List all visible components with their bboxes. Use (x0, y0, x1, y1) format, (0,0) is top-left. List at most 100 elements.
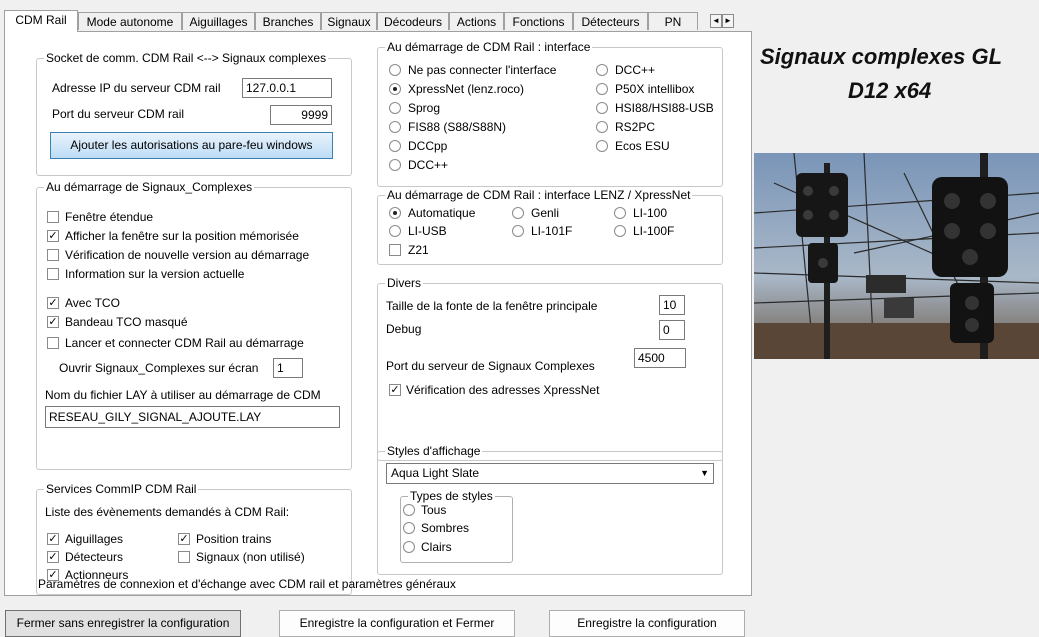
position-memorisee-label: Afficher la fenêtre sur la position mémo… (65, 229, 299, 243)
lay-label: Nom du fichier LAY à utiliser au démarra… (45, 388, 321, 402)
xpressnet-verif-checkbox[interactable]: ✓ (389, 384, 401, 396)
lancer-cdm-label: Lancer et connecter CDM Rail au démarrag… (65, 336, 304, 350)
radio-genli-label: Genli (531, 206, 560, 220)
socket-group: Socket de comm. CDM Rail <--> Signaux co… (36, 51, 352, 176)
radio-li100f[interactable] (614, 225, 626, 237)
screen-input[interactable]: 1 (273, 358, 303, 378)
radio-li100-label: LI-100 (633, 206, 668, 220)
verif-version-label: Vérification de nouvelle version au déma… (65, 248, 310, 262)
aiguillages-checkbox[interactable]: ✓ (47, 533, 59, 545)
radio-dccplusplus-left-label: DCC++ (408, 158, 449, 172)
port-input[interactable]: 9999 (270, 105, 332, 125)
sc-port-input[interactable]: 4500 (634, 348, 686, 368)
radio-clairs-label: Clairs (421, 540, 452, 554)
screen-label: Ouvrir Signaux_Complexes sur écran (59, 361, 259, 375)
radio-dccplusplus-left[interactable] (389, 159, 401, 171)
interface-legend: Au démarrage de CDM Rail : interface (385, 40, 593, 54)
check-icon: ✓ (48, 297, 58, 309)
services-legend: Services CommIP CDM Rail (44, 482, 199, 496)
position-memorisee-checkbox[interactable]: ✓ (47, 230, 59, 242)
lenz-legend: Au démarrage de CDM Rail : interface LEN… (385, 188, 693, 202)
radio-ecos[interactable] (596, 140, 608, 152)
radio-fis88[interactable] (389, 121, 401, 133)
bandeau-tco-checkbox[interactable]: ✓ (47, 316, 59, 328)
radio-dccplusplus-right[interactable] (596, 64, 608, 76)
position-trains-label: Position trains (196, 532, 272, 546)
tab-actions[interactable]: Actions (449, 12, 504, 30)
debug-label: Debug (386, 322, 422, 336)
signaux-checkbox[interactable] (178, 551, 190, 563)
services-desc: Liste des évènements demandés à CDM Rail… (45, 505, 290, 519)
lenz-group: Au démarrage de CDM Rail : interface LEN… (377, 188, 723, 265)
radio-liusb-label: LI-USB (408, 224, 447, 238)
chevron-down-icon[interactable]: ▼ (700, 464, 709, 483)
xpressnet-verif-label: Vérification des adresses XpressNet (406, 383, 600, 397)
radio-ne-pas-connecter-label: Ne pas connecter l'interface (408, 63, 557, 77)
tab-mode-autonome[interactable]: Mode autonome (78, 12, 182, 30)
tab-decodeurs[interactable]: Décodeurs (377, 12, 449, 30)
fenetre-etendue-checkbox[interactable] (47, 211, 59, 223)
ip-label: Adresse IP du serveur CDM rail (52, 81, 221, 95)
radio-dccpp-label: DCCpp (408, 139, 448, 153)
tab-scroll-left-icon[interactable]: ◄ (710, 14, 722, 28)
style-select-value: Aqua Light Slate (391, 466, 480, 480)
radio-sombres-label: Sombres (421, 521, 470, 535)
tab-scroll-right-icon[interactable]: ► (722, 14, 734, 28)
tab-signaux[interactable]: Signaux (321, 12, 377, 30)
radio-li101f-label: LI-101F (531, 224, 573, 238)
style-types-group: Types de styles Tous Sombres Clairs (400, 489, 513, 563)
save-close-button[interactable]: Enregistre la configuration et Fermer (279, 610, 515, 637)
save-button[interactable]: Enregistre la configuration (549, 610, 745, 637)
startup-sc-legend: Au démarrage de Signaux_Complexes (44, 180, 255, 194)
avec-tco-checkbox[interactable]: ✓ (47, 297, 59, 309)
check-icon: ✓ (48, 230, 58, 242)
divers-group: Divers Taille de la fonte de la fenêtre … (377, 276, 723, 461)
close-nosave-button[interactable]: Fermer sans enregistrer la configuration (5, 610, 241, 637)
tab-detecteurs[interactable]: Détecteurs (573, 12, 648, 30)
port-label: Port du serveur CDM rail (52, 107, 185, 121)
radio-li101f[interactable] (512, 225, 524, 237)
position-trains-checkbox[interactable]: ✓ (178, 533, 190, 545)
check-icon: ✓ (48, 551, 58, 563)
radio-p50x[interactable] (596, 83, 608, 95)
radio-li100[interactable] (614, 207, 626, 219)
radio-p50x-label: P50X intellibox (615, 82, 695, 96)
style-select[interactable]: Aqua Light Slate ▼ (386, 463, 714, 484)
radio-ne-pas-connecter[interactable] (389, 64, 401, 76)
fenetre-etendue-label: Fenêtre étendue (65, 210, 154, 224)
startup-sc-group: Au démarrage de Signaux_Complexes Fenêtr… (36, 180, 352, 470)
radio-sprog[interactable] (389, 102, 401, 114)
radio-rs2pc[interactable] (596, 121, 608, 133)
radio-tous[interactable] (403, 504, 415, 516)
radio-tous-label: Tous (421, 503, 447, 517)
radio-sombres[interactable] (403, 522, 415, 534)
info-version-checkbox[interactable] (47, 268, 59, 280)
lancer-cdm-checkbox[interactable] (47, 337, 59, 349)
detecteurs-label: Détecteurs (65, 550, 124, 564)
radio-automatique[interactable] (389, 207, 401, 219)
styles-group: Styles d'affichage Aqua Light Slate ▼ Ty… (377, 444, 723, 575)
socket-legend: Socket de comm. CDM Rail <--> Signaux co… (44, 51, 329, 65)
radio-fis88-label: FIS88 (S88/S88N) (408, 120, 507, 134)
ip-input[interactable]: 127.0.0.1 (242, 78, 332, 98)
debug-input[interactable]: 0 (659, 320, 685, 340)
tab-cdm-rail[interactable]: CDM Rail (4, 10, 78, 32)
tab-pn[interactable]: PN (648, 12, 698, 30)
detecteurs-checkbox[interactable]: ✓ (47, 551, 59, 563)
radio-xpressnet[interactable] (389, 83, 401, 95)
verif-version-checkbox[interactable] (47, 249, 59, 261)
z21-checkbox[interactable] (389, 244, 401, 256)
firewall-button[interactable]: Ajouter les autorisations au pare-feu wi… (50, 132, 333, 159)
radio-automatique-label: Automatique (408, 206, 476, 220)
tab-branches[interactable]: Branches (255, 12, 321, 30)
z21-label: Z21 (408, 243, 429, 257)
radio-clairs[interactable] (403, 541, 415, 553)
tab-fonctions[interactable]: Fonctions (504, 12, 573, 30)
lay-input[interactable]: RESEAU_GILY_SIGNAL_AJOUTE.LAY (45, 406, 340, 428)
font-size-input[interactable]: 10 (659, 295, 685, 315)
radio-hsi88[interactable] (596, 102, 608, 114)
tab-aiguillages[interactable]: Aiguillages (182, 12, 255, 30)
radio-liusb[interactable] (389, 225, 401, 237)
radio-genli[interactable] (512, 207, 524, 219)
radio-dccpp[interactable] (389, 140, 401, 152)
